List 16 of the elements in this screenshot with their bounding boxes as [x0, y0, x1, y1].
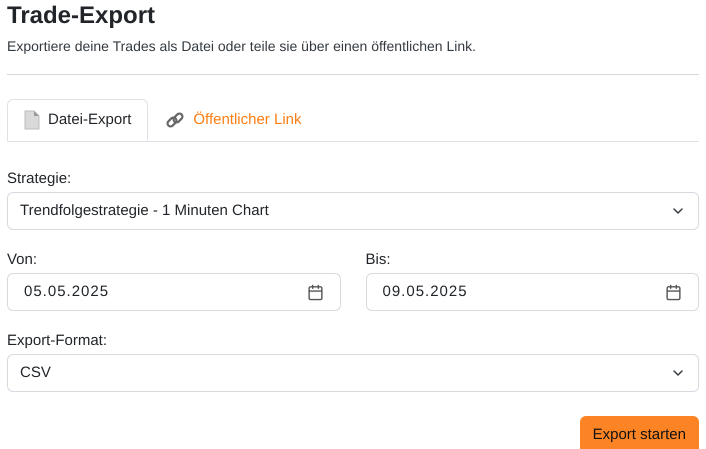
field-label: Von: [7, 251, 38, 269]
field-label: Export-Format: [7, 332, 108, 350]
field-label: Strategie: [7, 170, 72, 188]
export-button[interactable]: Export starten [580, 416, 699, 449]
page-subtitle: Exportiere deine Trades als Datei oder teile sie über einen öffentlichen Link. [7, 37, 478, 56]
date-field[interactable]: 05.05.2025 [7, 273, 340, 311]
select-field[interactable]: Trendfolgestrategie - 1 Minuten Chart [7, 192, 699, 230]
date-field[interactable]: 09.05.2025 [366, 273, 699, 311]
tab[interactable]: Datei-Export [7, 99, 148, 141]
page-title: Trade-Export [7, 2, 156, 30]
field-label: Bis: [366, 251, 392, 269]
calendar-icon [306, 284, 324, 300]
chain-link-icon [165, 110, 186, 130]
document-icon [24, 110, 40, 130]
calendar-icon [665, 284, 682, 300]
select-field[interactable]: CSV [7, 354, 699, 392]
